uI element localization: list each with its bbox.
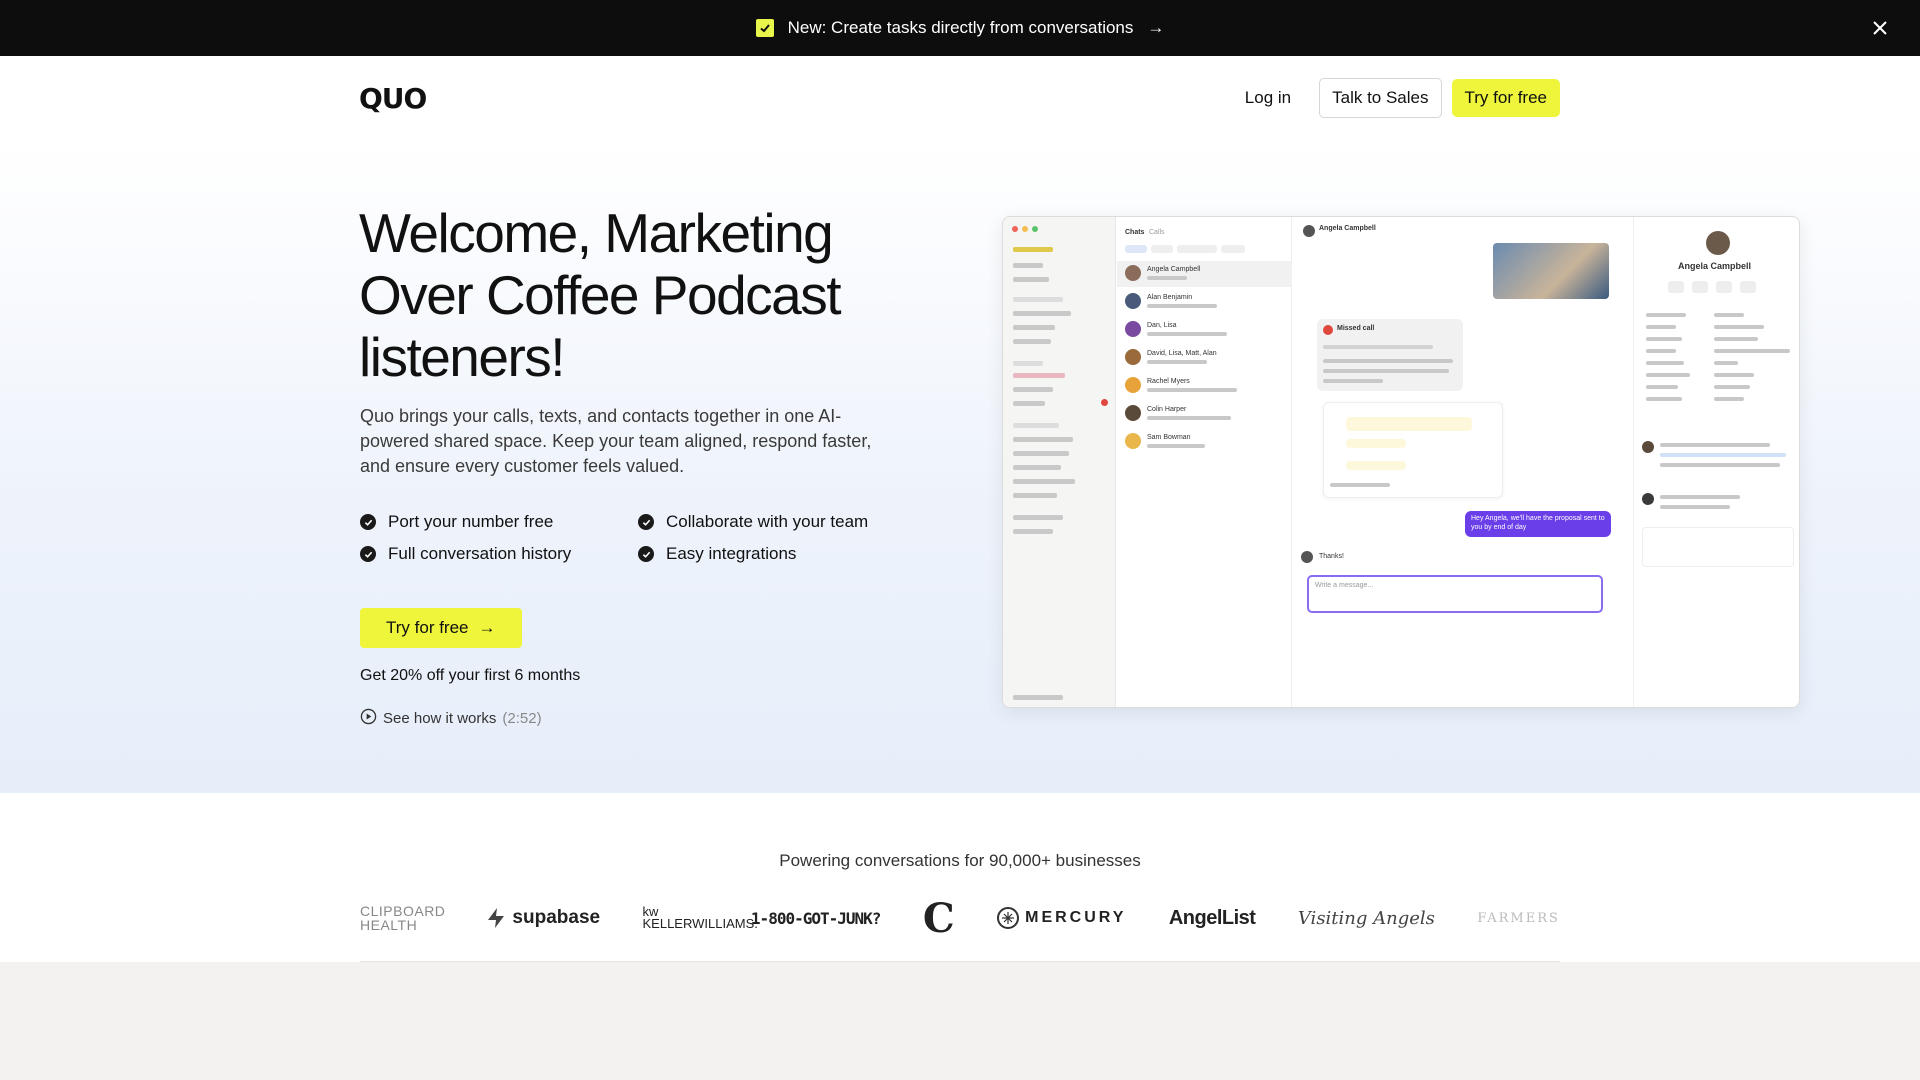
- feature-item: Collaborate with your team: [638, 512, 916, 532]
- contact-panel: Angela Campbell: [1633, 217, 1799, 707]
- app-sidebar: [1003, 217, 1116, 707]
- arrow-right-icon: →: [478, 618, 496, 637]
- announcement-text: New: Create tasks directly from conversa…: [787, 18, 1134, 37]
- check-circle-icon: [360, 546, 376, 562]
- discount-note: Get 20% off your first 6 months: [360, 667, 581, 684]
- outgoing-message-bubble: Hey Angela, we'll have the proposal sent…: [1465, 511, 1611, 537]
- keller-williams-logo: kw KELLERWILLIAMS.: [642, 904, 758, 931]
- supabase-logo: supabase: [486, 907, 600, 929]
- close-icon[interactable]: [1868, 16, 1892, 40]
- feature-item: Easy integrations: [638, 544, 916, 564]
- got-junk-logo: 1-800-GOT-JUNK?: [750, 908, 881, 928]
- mercury-wordmark: MERCURY: [1025, 909, 1127, 926]
- app-preview-image: Chats Calls Angela Campbell Alan Benjami…: [1002, 216, 1800, 708]
- feature-label: Easy integrations: [666, 544, 797, 563]
- check-circle-icon: [638, 546, 654, 562]
- next-section: [0, 962, 1920, 1080]
- conversation-name: Angela Campbell: [1147, 266, 1201, 273]
- announcement-bar: New: Create tasks directly from conversa…: [0, 0, 1920, 56]
- hero-section: Welcome, Marketing Over Coffee Podcast l…: [0, 140, 1920, 793]
- chat-header-name: Angela Campbell: [1319, 225, 1376, 232]
- check-circle-icon: [638, 514, 654, 530]
- thanks-message: Thanks!: [1319, 553, 1344, 560]
- try-free-header-button[interactable]: Try for free: [1451, 79, 1560, 117]
- supabase-wordmark: supabase: [512, 907, 601, 928]
- conversation-name: Colin Harper: [1147, 406, 1187, 413]
- talk-to-sales-button[interactable]: Talk to Sales: [1319, 78, 1442, 118]
- quo-logo[interactable]: QUO: [359, 82, 427, 115]
- feature-label: Full conversation history: [388, 544, 572, 563]
- play-circle-icon: [360, 708, 377, 729]
- checkbox-icon: [755, 19, 774, 37]
- feature-item: Port your number free: [360, 512, 638, 532]
- feature-label: Port your number free: [388, 512, 554, 531]
- video-duration: (2:52): [502, 710, 542, 727]
- feature-label: Collaborate with your team: [666, 512, 869, 531]
- site-header: QUO Log in Talk to Sales Try for free: [0, 56, 1920, 140]
- arrow-right-icon: →: [1147, 18, 1165, 37]
- composer-placeholder: Write a message...: [1315, 582, 1374, 589]
- missed-call-label: Missed call: [1337, 325, 1375, 332]
- see-how-it-works-link[interactable]: See how it works (2:52): [360, 708, 542, 729]
- cta-label: Try for free: [386, 618, 469, 637]
- tab-chats: Chats: [1125, 229, 1145, 236]
- profile-name: Angela Campbell: [1678, 261, 1752, 271]
- hero-title: Welcome, Marketing Over Coffee Podcast l…: [359, 202, 842, 388]
- tab-calls: Calls: [1149, 229, 1165, 236]
- chat-panel: Angela Campbell Missed call Hey Angela, …: [1293, 217, 1633, 707]
- angellist-logo: AngelList: [1168, 906, 1256, 929]
- feature-item: Full conversation history: [360, 544, 638, 564]
- conversation-list: Chats Calls Angela Campbell Alan Benjami…: [1117, 217, 1292, 707]
- customer-logos-section: Powering conversations for 90,000+ busin…: [0, 793, 1920, 961]
- announcement-link[interactable]: New: Create tasks directly from conversa…: [755, 18, 1165, 38]
- conversation-name: David, Lisa, Matt, Alan: [1147, 350, 1217, 357]
- login-link[interactable]: Log in: [1227, 78, 1309, 118]
- farmers-logo: FARMERS: [1477, 910, 1560, 926]
- try-free-hero-button[interactable]: Try for free →: [360, 608, 522, 648]
- conversation-name: Dan, Lisa: [1147, 322, 1177, 329]
- visiting-angels-logo: Visiting Angels: [1297, 907, 1435, 929]
- hero-subtitle: Quo brings your calls, texts, and contac…: [360, 406, 872, 476]
- conversation-name: Rachel Myers: [1147, 378, 1190, 385]
- feature-list: Port your number free Collaborate with y…: [360, 512, 920, 564]
- conversation-name: Sam Bowman: [1147, 434, 1191, 441]
- mercury-logo: MERCURY: [997, 907, 1126, 929]
- how-it-works-label: See how it works: [383, 710, 497, 727]
- powering-heading: Powering conversations for 90,000+ busin…: [779, 851, 1141, 870]
- shared-photo: [1493, 243, 1609, 299]
- outgoing-message-text: Hey Angela, we'll have the proposal sent…: [1471, 515, 1605, 531]
- window-controls: [1012, 226, 1038, 232]
- header-nav: Log in Talk to Sales Try for free: [1227, 78, 1560, 118]
- logo-carousel: CLIPBOARD HEALTH supabase kw KELLERWILLI…: [360, 893, 1560, 943]
- cubs-logo: C: [922, 894, 955, 942]
- clipboard-health-logo: CLIPBOARD HEALTH: [360, 903, 446, 933]
- check-circle-icon: [360, 514, 376, 530]
- conversation-name: Alan Benjamin: [1147, 294, 1193, 301]
- message-composer: Write a message...: [1307, 575, 1603, 613]
